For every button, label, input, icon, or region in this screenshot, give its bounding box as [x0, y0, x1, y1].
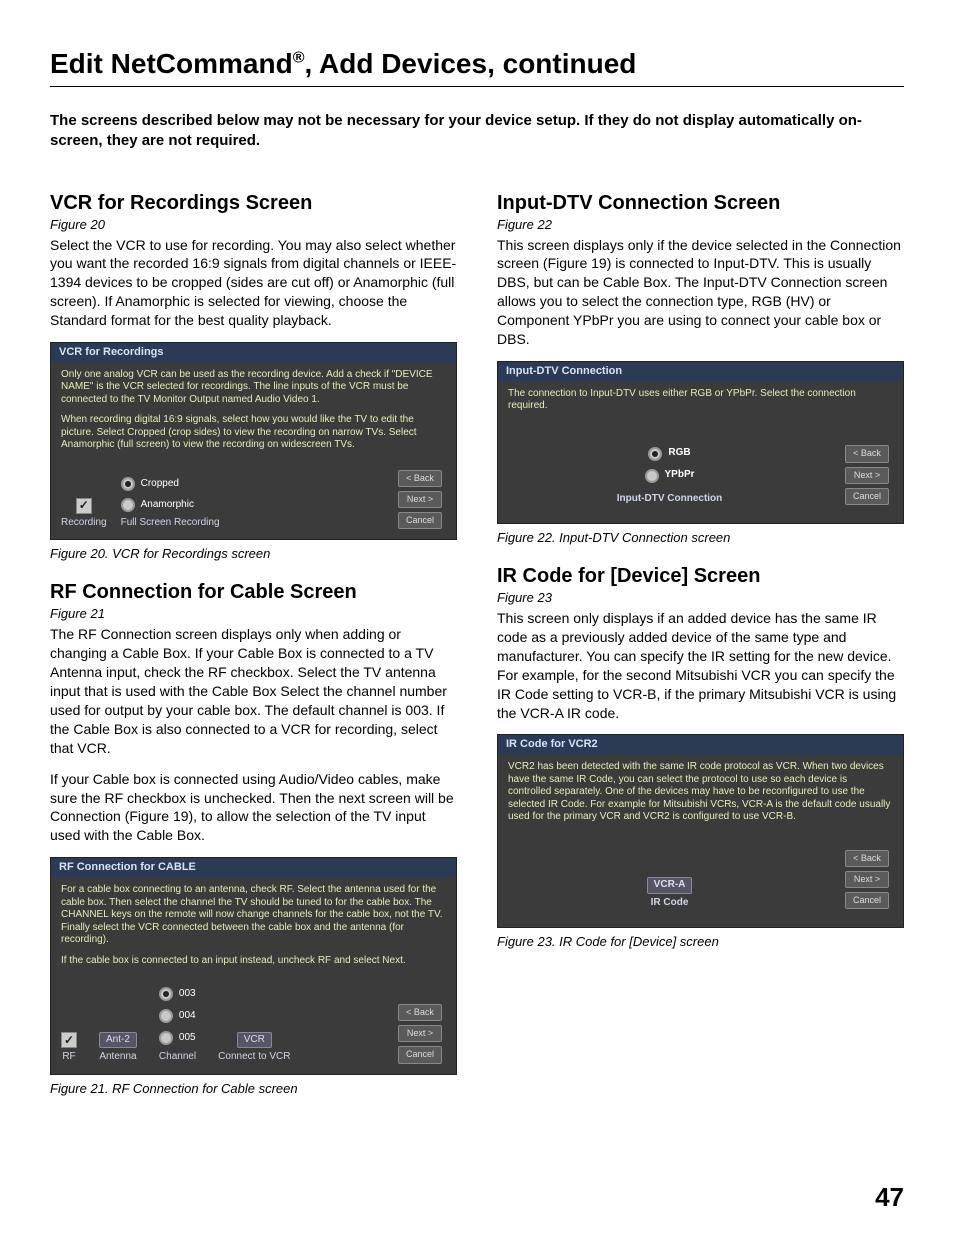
fig23-note: VCR2 has been detected with the same IR …: [508, 761, 893, 824]
ch005-radio[interactable]: 005: [159, 1031, 196, 1045]
fig23-shot-title: IR Code for VCR2: [498, 735, 903, 755]
antenna-label: Antenna: [99, 1051, 136, 1064]
vcr-select[interactable]: VCR: [237, 1032, 272, 1049]
fig22-note: The connection to Input-DTV uses either …: [508, 388, 893, 413]
fig23-screenshot: IR Code for VCR2 VCR2 has been detected …: [497, 734, 904, 928]
fig20-caption: Figure 20. VCR for Recordings screen: [50, 546, 457, 561]
recording-checkbox[interactable]: ✓: [76, 498, 92, 514]
rf-connection-body2: If your Cable box is connected using Aud…: [50, 770, 457, 846]
anamorphic-radio[interactable]: Anamorphic: [121, 498, 194, 512]
rf-connection-body1: The RF Connection screen displays only w…: [50, 625, 457, 757]
ch004-radio[interactable]: 004: [159, 1009, 196, 1023]
input-dtv-label: Input-DTV Connection: [617, 493, 723, 506]
right-column: Input-DTV Connection Screen Figure 22 Th…: [497, 192, 904, 1116]
cancel-button[interactable]: Cancel: [845, 488, 889, 505]
ircode-label: IR Code: [651, 897, 689, 910]
intro-text: The screens described below may not be n…: [50, 111, 904, 152]
page-number: 47: [875, 1182, 904, 1213]
back-button[interactable]: < Back: [845, 850, 889, 867]
fig22-ref: Figure 22: [497, 217, 904, 232]
fig20-shot-title: VCR for Recordings: [51, 343, 456, 363]
back-button[interactable]: < Back: [398, 470, 442, 487]
title-pre: Edit NetCommand: [50, 48, 293, 79]
back-button[interactable]: < Back: [845, 445, 889, 462]
fig20-ref: Figure 20: [50, 217, 457, 232]
title-rule: [50, 86, 904, 87]
next-button[interactable]: Next >: [845, 871, 889, 888]
cancel-button[interactable]: Cancel: [845, 892, 889, 909]
rf-connection-heading: RF Connection for Cable Screen: [50, 581, 457, 604]
input-dtv-heading: Input-DTV Connection Screen: [497, 192, 904, 215]
registered-mark: ®: [293, 50, 305, 67]
fig22-screenshot: Input-DTV Connection The connection to I…: [497, 361, 904, 524]
fig21-shot-title: RF Connection for CABLE: [51, 858, 456, 878]
channel-label: Channel: [159, 1051, 196, 1064]
fullscreen-label: Full Screen Recording: [121, 517, 220, 530]
two-column-layout: VCR for Recordings Screen Figure 20 Sele…: [50, 192, 904, 1116]
fig23-ref: Figure 23: [497, 590, 904, 605]
ch003-radio[interactable]: 003: [159, 987, 196, 1001]
fig20-note2: When recording digital 16:9 signals, sel…: [61, 414, 446, 452]
next-button[interactable]: Next >: [398, 491, 442, 508]
ypbpr-radio[interactable]: YPbPr: [645, 469, 695, 483]
fig21-screenshot: RF Connection for CABLE For a cable box …: [50, 857, 457, 1074]
recording-label: Recording: [61, 517, 107, 530]
next-button[interactable]: Next >: [845, 467, 889, 484]
vcr-recordings-body: Select the VCR to use for recording. You…: [50, 236, 457, 330]
rgb-radio[interactable]: RGB: [648, 447, 690, 461]
back-button[interactable]: < Back: [398, 1004, 442, 1021]
page-title: Edit NetCommand®, Add Devices, continued: [50, 48, 904, 80]
ir-code-body: This screen only displays if an added de…: [497, 609, 904, 722]
cancel-button[interactable]: Cancel: [398, 1046, 442, 1063]
vcr-recordings-heading: VCR for Recordings Screen: [50, 192, 457, 215]
left-column: VCR for Recordings Screen Figure 20 Sele…: [50, 192, 457, 1116]
fig21-note1: For a cable box connecting to an antenna…: [61, 884, 446, 947]
input-dtv-body: This screen displays only if the device …: [497, 236, 904, 349]
antenna-select[interactable]: Ant-2: [99, 1032, 137, 1049]
connect-vcr-label: Connect to VCR: [218, 1051, 290, 1064]
ircode-select[interactable]: VCR-A: [647, 877, 693, 894]
fig21-ref: Figure 21: [50, 606, 457, 621]
fig21-caption: Figure 21. RF Connection for Cable scree…: [50, 1081, 457, 1096]
fig20-screenshot: VCR for Recordings Only one analog VCR c…: [50, 342, 457, 541]
fig20-note1: Only one analog VCR can be used as the r…: [61, 369, 446, 407]
next-button[interactable]: Next >: [398, 1025, 442, 1042]
rf-checkbox[interactable]: ✓: [61, 1032, 77, 1048]
ir-code-heading: IR Code for [Device] Screen: [497, 565, 904, 588]
rf-label: RF: [62, 1051, 75, 1064]
cancel-button[interactable]: Cancel: [398, 512, 442, 529]
fig21-note2: If the cable box is connected to an inpu…: [61, 955, 446, 968]
fig23-caption: Figure 23. IR Code for [Device] screen: [497, 934, 904, 949]
fig22-shot-title: Input-DTV Connection: [498, 362, 903, 382]
cropped-radio[interactable]: Cropped: [121, 477, 179, 491]
title-post: , Add Devices, continued: [304, 48, 636, 79]
fig22-caption: Figure 22. Input-DTV Connection screen: [497, 530, 904, 545]
